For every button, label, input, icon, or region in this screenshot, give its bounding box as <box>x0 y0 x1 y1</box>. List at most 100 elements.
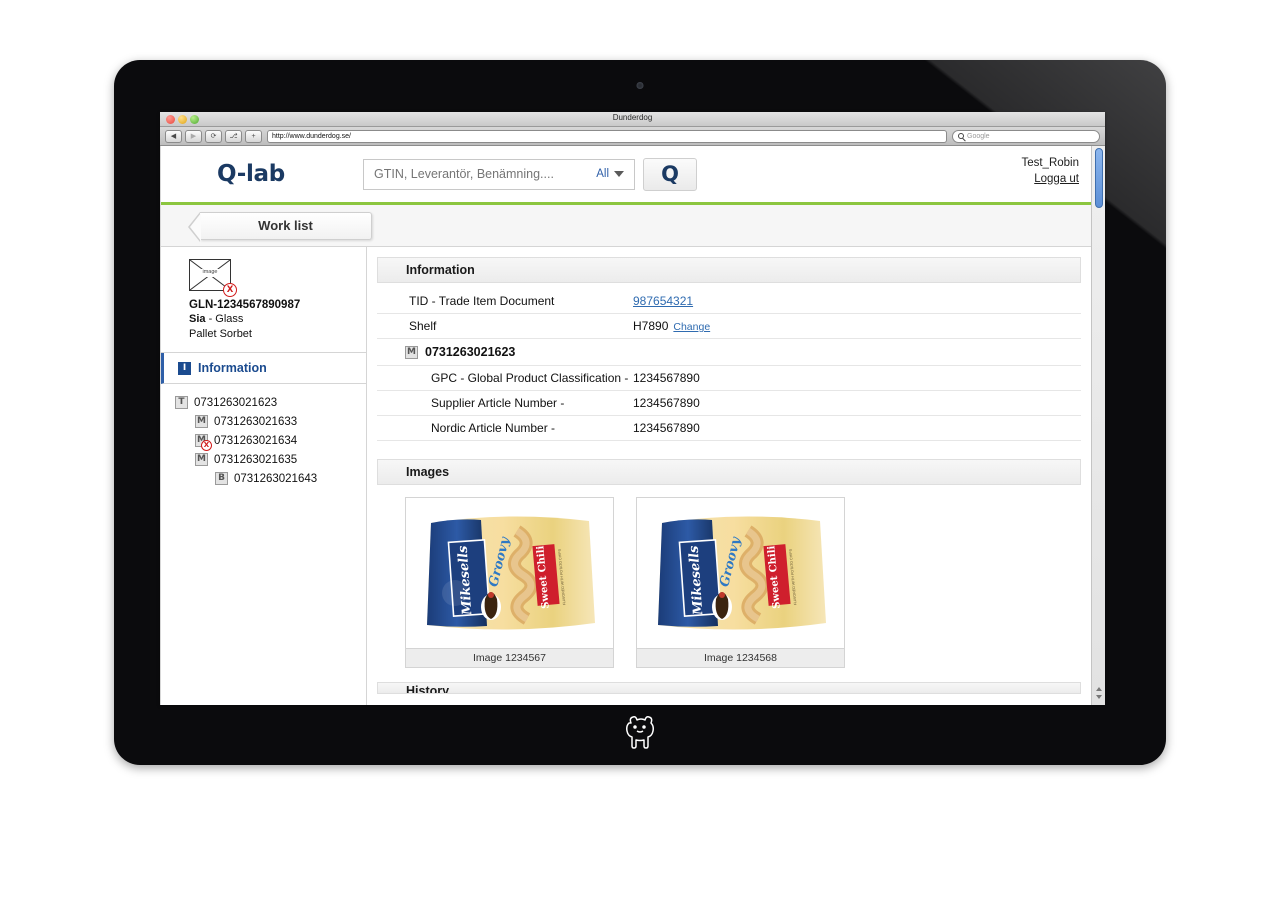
info-row-value: H7890 Change <box>633 319 1081 333</box>
supplier-separator: - <box>205 313 216 325</box>
sidebar-item-label: Information <box>198 361 267 376</box>
section-header-history: History <box>377 682 1081 694</box>
info-row-nordic-article: Nordic Article Number - 1234567890 <box>377 416 1081 441</box>
add-tab-icon[interactable]: + <box>245 129 262 143</box>
shelf-value: H7890 <box>633 319 669 333</box>
next-section: History <box>377 682 1081 694</box>
change-shelf-link[interactable]: Change <box>673 321 710 333</box>
tree-item-label: 0731263021643 <box>234 472 318 485</box>
chevron-down-icon <box>614 171 624 177</box>
tree-item-label: 0731263021633 <box>214 415 298 428</box>
section-header-information: Information <box>377 257 1081 283</box>
tree-item[interactable]: M 0731263021635 <box>161 450 366 469</box>
info-row-label: TID - Trade Item Document <box>409 294 555 308</box>
front-camera-icon <box>636 82 644 89</box>
chip-bag-illustration: Mikesells Groovy Sweet Chili FLAVORED WI… <box>658 516 826 630</box>
master-item-icon: M <box>195 415 208 429</box>
info-row-shelf: Shelf H7890 Change <box>377 314 1081 339</box>
tab-work-list[interactable]: Work list <box>188 211 372 242</box>
tree-item[interactable]: M 0731263021633 <box>161 412 366 431</box>
sidebar: image X GLN-1234567890987 Sia - Glass Pa… <box>161 247 367 705</box>
info-row-value: 1234567890 <box>633 421 700 435</box>
scroll-down-icon[interactable] <box>1096 695 1102 701</box>
product-name: Pallet Sorbet <box>189 328 252 341</box>
window-title: Dunderdog <box>612 113 653 122</box>
info-row-tid: TID - Trade Item Document 987654321 <box>377 289 1081 314</box>
category-name: Glass <box>215 313 244 325</box>
product-image[interactable]: Mikesells Groovy Sweet Chili FLAVORED WI… <box>637 498 844 648</box>
master-item-icon: M <box>405 345 418 359</box>
app-header: Q-lab All Q Test_Robin Logg <box>161 146 1091 205</box>
info-row-label: Shelf <box>409 319 437 333</box>
info-row-label: GPC - Global Product Classification - <box>431 371 629 385</box>
product-image[interactable]: Mikesells Groovy Sweet Chili FLAVORED WI… <box>406 498 613 648</box>
tree-item-label: 0731263021634 <box>214 434 298 447</box>
info-row-value: 1234567890 <box>633 396 700 410</box>
gtin-tree: T 0731263021623 M 0731263021633 M X 0731… <box>161 384 366 488</box>
info-row-label: Supplier Article Number - <box>431 396 565 410</box>
broken-image-label: image <box>190 269 230 277</box>
tree-item[interactable]: B 0731263021643 <box>161 469 366 488</box>
broken-image-placeholder-icon: image X <box>189 259 237 297</box>
tree-item[interactable]: T 0731263021623 <box>161 393 366 412</box>
trade-item-icon: T <box>175 396 188 410</box>
supplier-name: Sia <box>189 313 206 325</box>
share-icon[interactable]: ⎇ <box>225 129 242 143</box>
supplier-line: Sia - Glass <box>189 312 366 327</box>
information-icon: I <box>178 361 191 375</box>
username-label: Test_Robin <box>1021 157 1079 169</box>
image-card[interactable]: Mikesells Groovy Sweet Chili FLAVORED WI… <box>636 497 845 668</box>
page-scrollbar[interactable] <box>1091 146 1105 705</box>
gln-label: GLN-1234567890987 <box>189 299 301 311</box>
dunderdog-bulldog-logo <box>626 716 654 749</box>
section-header-images: Images <box>377 459 1081 485</box>
search-box[interactable]: All <box>363 158 635 190</box>
error-badge-icon: X <box>223 283 237 297</box>
search-area: All Q <box>363 157 697 191</box>
image-card[interactable]: Mikesells Groovy Sweet Chili FLAVORED WI… <box>405 497 614 668</box>
url-input[interactable]: http://www.dunderdog.se/ <box>267 129 947 143</box>
tree-item[interactable]: M X 0731263021634 <box>161 431 366 452</box>
search-input[interactable] <box>374 167 597 181</box>
back-icon[interactable]: ◀ <box>165 129 182 143</box>
base-item-icon: B <box>215 472 228 486</box>
web-page: Q-lab All Q Test_Robin Logg <box>160 146 1091 705</box>
page-body: image X GLN-1234567890987 Sia - Glass Pa… <box>161 247 1091 705</box>
browser-window: Dunderdog ◀ ▶ ⟳ ⎇ + http://www.dunderdog… <box>160 112 1105 705</box>
master-item-icon: M X <box>195 434 212 452</box>
logout-link[interactable]: Logga ut <box>1021 172 1079 188</box>
master-item-icon: M <box>195 453 208 467</box>
info-row-label: Nordic Article Number - <box>431 421 556 435</box>
browser-viewport: Q-lab All Q Test_Robin Logg <box>160 146 1105 705</box>
images-section: Images Mikesells Groovy Sweet Chili FLAV… <box>377 459 1081 668</box>
image-grid: Mikesells Groovy Sweet Chili FLAVORED WI… <box>377 491 1081 668</box>
search-submit-button[interactable]: Q <box>643 157 697 191</box>
tab-strip: Work list <box>161 205 1091 247</box>
info-row-value: 987654321 <box>633 294 1081 308</box>
info-row-supplier-article: Supplier Article Number - 1234567890 <box>377 391 1081 416</box>
browser-toolbar: ◀ ▶ ⟳ ⎇ + http://www.dunderdog.se/ Googl… <box>160 127 1105 146</box>
tree-item-label: 0731263021635 <box>214 453 298 466</box>
search-scope-dropdown[interactable]: All <box>596 168 624 180</box>
user-menu: Test_Robin Logga ut <box>1021 156 1079 187</box>
main-content: Information TID - Trade Item Document 98… <box>367 247 1091 705</box>
tab-work-list-label: Work list <box>258 218 313 233</box>
sidebar-item-information[interactable]: I Information <box>161 353 366 385</box>
chip-bag-illustration: Mikesells Groovy Sweet Chili FLAVORED WI… <box>427 516 595 630</box>
sidebar-product-summary: image X GLN-1234567890987 Sia - Glass Pa… <box>161 247 366 354</box>
search-icon <box>958 133 964 139</box>
info-row-value: 1234567890 <box>633 371 700 385</box>
reload-icon[interactable]: ⟳ <box>205 129 222 143</box>
info-group-label: 0731263021623 <box>425 345 516 359</box>
scrollbar-thumb[interactable] <box>1095 148 1103 208</box>
app-logo[interactable]: Q-lab <box>161 161 341 187</box>
search-scope-label: All <box>596 168 609 180</box>
browser-titlebar: Dunderdog <box>160 112 1105 127</box>
tablet-device-frame: Dunderdog ◀ ▶ ⟳ ⎇ + http://www.dunderdog… <box>114 60 1166 765</box>
image-caption: Image 1234568 <box>637 648 844 667</box>
browser-search-input[interactable]: Google <box>952 129 1100 143</box>
forward-icon[interactable]: ▶ <box>185 129 202 143</box>
scroll-up-icon[interactable] <box>1096 685 1102 691</box>
tid-link[interactable]: 987654321 <box>633 294 693 308</box>
info-group-header: M 0731263021623 <box>377 339 1081 366</box>
